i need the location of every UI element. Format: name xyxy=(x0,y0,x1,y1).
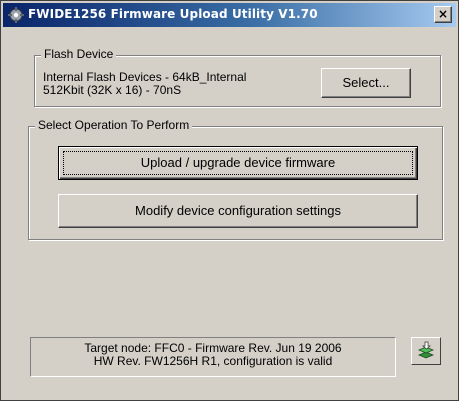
select-device-button[interactable]: Select... xyxy=(321,68,411,98)
operation-group: Select Operation To Perform Upload / upg… xyxy=(28,118,443,240)
flash-device-group: Flash Device Internal Flash Devices - 64… xyxy=(34,47,441,107)
flash-device-legend: Flash Device xyxy=(41,47,117,61)
modify-config-button[interactable]: Modify device configuration settings xyxy=(58,194,418,228)
app-icon xyxy=(7,6,25,24)
status-line-2: HW Rev. FW1256H R1, configuration is val… xyxy=(93,354,333,368)
close-button[interactable]: × xyxy=(434,6,452,23)
connection-button[interactable] xyxy=(411,337,441,365)
window-title: FWIDE1256 Firmware Upload Utility V1.70 xyxy=(28,7,318,21)
select-device-label: Select... xyxy=(342,75,390,90)
app-window: FWIDE1256 Firmware Upload Utility V1.70 … xyxy=(0,0,459,401)
connection-icon xyxy=(416,341,436,364)
close-icon: × xyxy=(437,7,449,21)
modify-config-label: Modify device configuration settings xyxy=(135,203,341,218)
status-panel: Target node: FFC0 - Firmware Rev. Jun 19… xyxy=(30,337,396,377)
flash-device-line-2: 512Kbit (32K x 16) - 70nS xyxy=(43,83,182,97)
upload-firmware-button[interactable]: Upload / upgrade device firmware xyxy=(58,146,418,180)
title-bar[interactable]: FWIDE1256 Firmware Upload Utility V1.70 … xyxy=(3,3,456,27)
focus-rect xyxy=(63,151,413,175)
flash-device-description: Internal Flash Devices - 64kB_Internal 5… xyxy=(43,71,246,97)
operation-legend: Select Operation To Perform xyxy=(35,118,193,132)
